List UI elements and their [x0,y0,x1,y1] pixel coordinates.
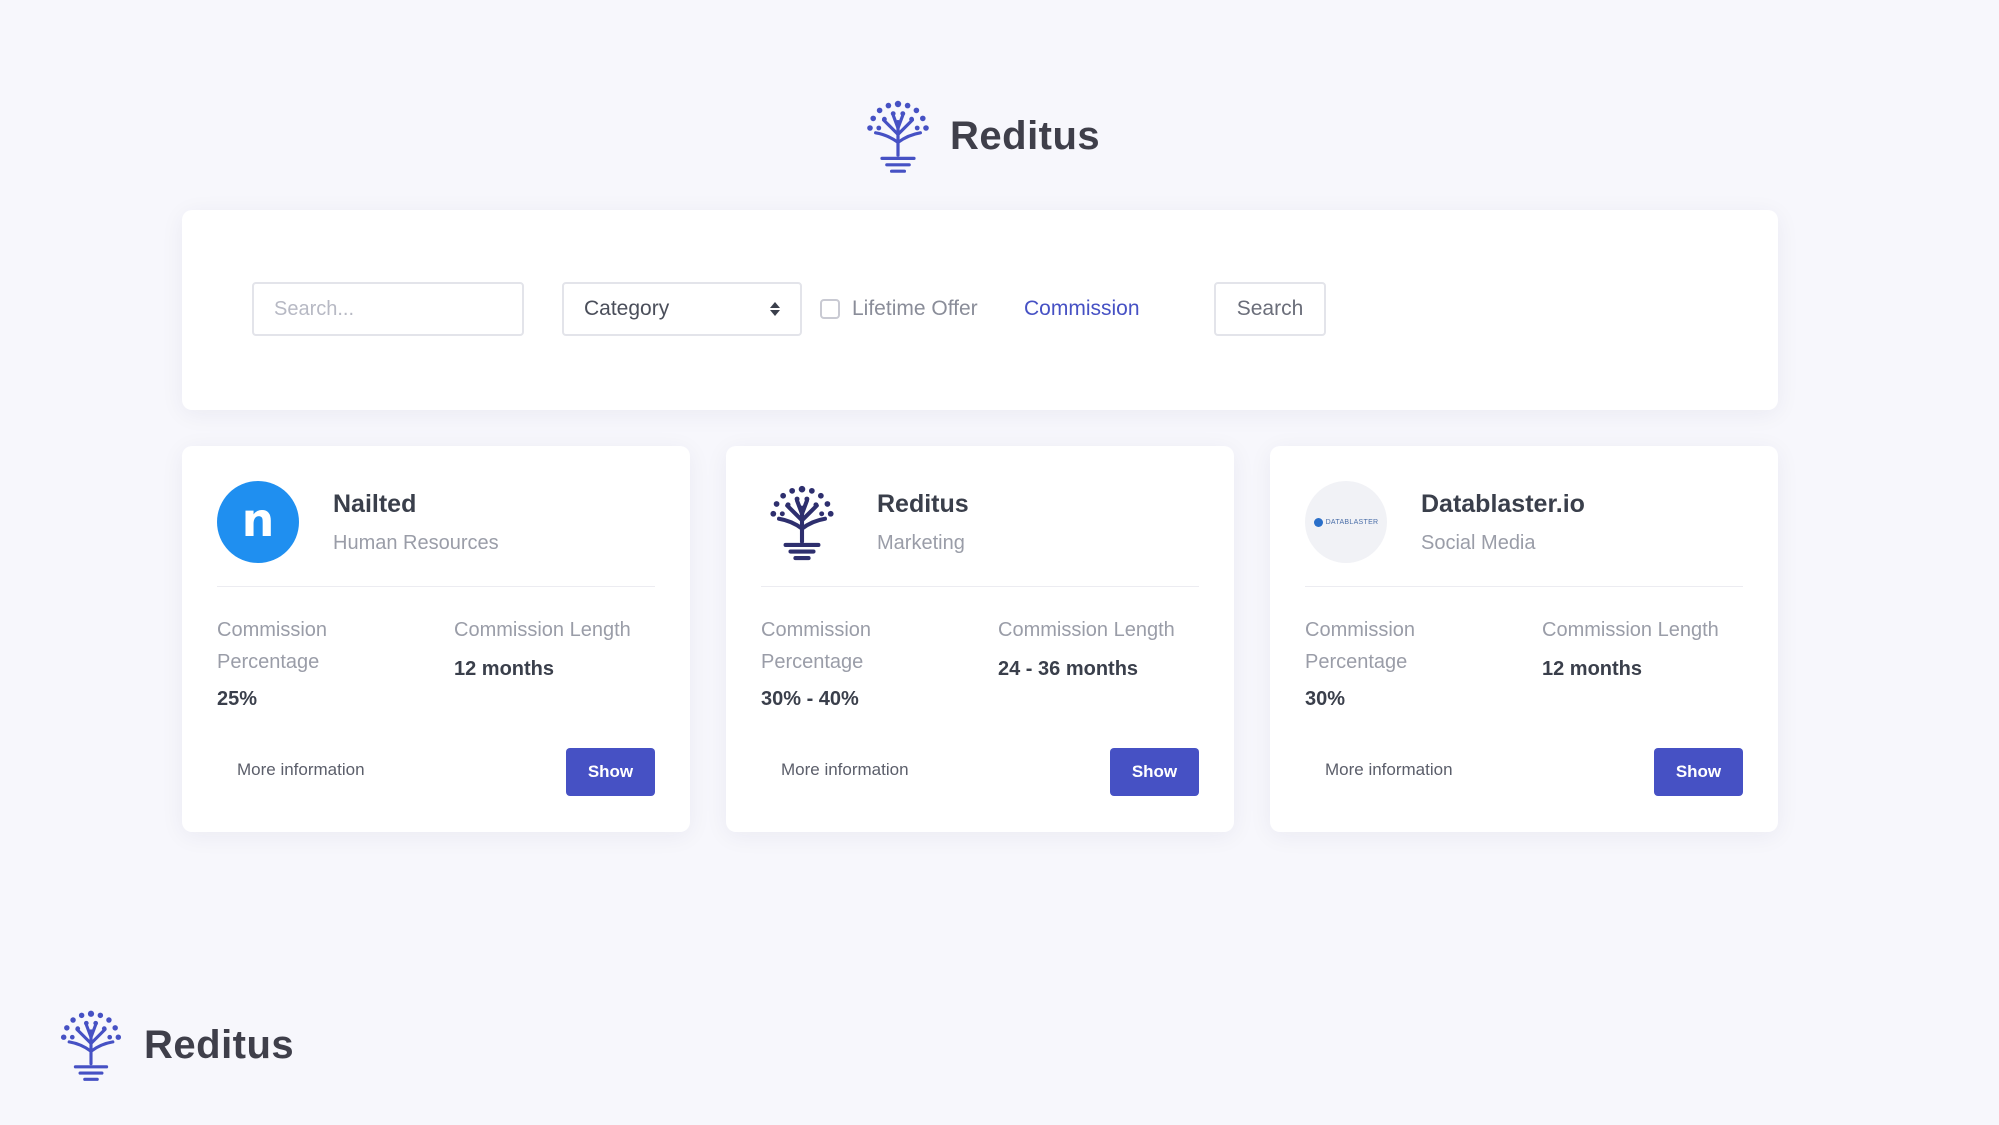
commission-length-label: Commission Length [454,619,631,641]
select-arrows-icon [770,302,780,316]
footer-brand-name: Reditus [144,1022,295,1067]
category-select[interactable]: Category [562,282,802,336]
show-button[interactable]: Show [566,748,655,796]
card-category: Marketing [877,532,965,554]
program-card: DATABLASTER Datablaster.io Social Media … [1270,446,1778,832]
divider [217,586,655,587]
divider [1305,586,1743,587]
commission-percentage-value: 30% - 40% [761,688,859,710]
commission-percentage-value: 30% [1305,688,1346,710]
lifetime-offer-toggle[interactable]: Lifetime Offer [820,282,978,336]
commission-length-value: 12 months [1542,658,1643,680]
commission-percentage-label: Commission Percentage [217,619,328,673]
divider [761,586,1199,587]
commission-length-label: Commission Length [1542,619,1719,641]
filter-panel: Category Lifetime Offer Commission Searc… [182,210,1778,410]
commission-length-label: Commission Length [998,619,1175,641]
card-category: Human Resources [333,532,499,554]
search-input[interactable] [252,282,524,336]
card-title: Reditus [877,490,969,518]
datablaster-logo-icon: DATABLASTER [1305,481,1387,563]
category-select-label: Category [584,297,670,320]
commission-filter-link[interactable]: Commission [1024,282,1140,336]
card-category: Social Media [1421,532,1536,554]
brand-name: Reditus [950,113,1101,158]
program-card: n Nailted Human Resources Commission Per… [182,446,690,832]
card-title: Datablaster.io [1421,490,1585,518]
commission-percentage-value: 25% [217,688,258,710]
reditus-tree-icon [761,481,843,563]
commission-length-value: 24 - 36 months [998,658,1139,680]
footer-logo: Reditus [52,1006,294,1084]
more-information-link[interactable]: More information [1325,760,1453,780]
more-information-link[interactable]: More information [237,760,365,780]
commission-percentage-label: Commission Percentage [761,619,872,673]
search-button[interactable]: Search [1214,282,1326,336]
more-information-link[interactable]: More information [781,760,909,780]
nailted-logo-icon: n [217,481,299,563]
show-button[interactable]: Show [1654,748,1743,796]
commission-length-value: 12 months [454,658,555,680]
show-button[interactable]: Show [1110,748,1199,796]
reditus-tree-icon [858,96,938,176]
reditus-tree-icon [52,1006,130,1084]
program-card: Reditus Marketing Commission Percentage … [726,446,1234,832]
header-logo[interactable]: Reditus [858,96,1100,176]
commission-percentage-label: Commission Percentage [1305,619,1416,673]
card-title: Nailted [333,490,417,518]
lifetime-offer-label: Lifetime Offer [852,297,978,320]
lifetime-offer-checkbox[interactable] [820,299,840,319]
